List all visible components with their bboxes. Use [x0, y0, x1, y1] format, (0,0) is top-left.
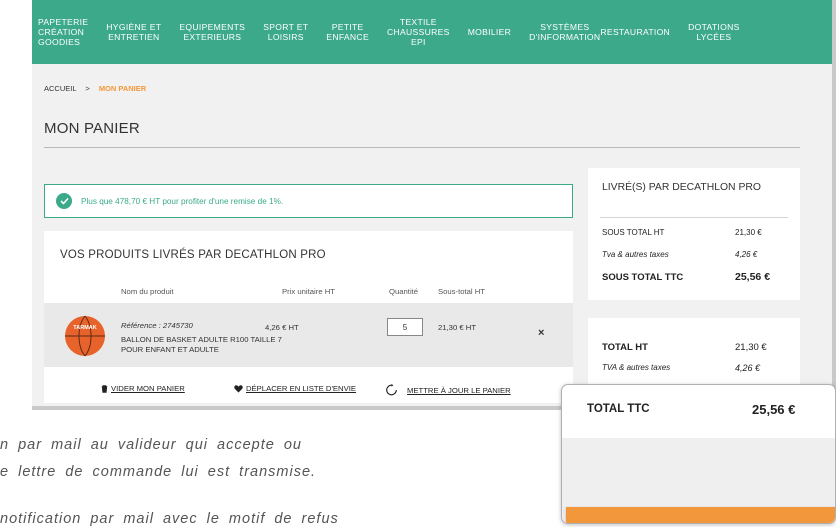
alert-text: Plus que 478,70 € HT pour profiter d'une…	[81, 196, 284, 206]
col-head-name: Nom du produit	[121, 287, 174, 296]
subtotal-ht-label: SOUS TOTAL HT	[602, 228, 665, 237]
totals-tva-label: TVA & autres taxes	[602, 363, 671, 372]
col-head-quantity: Quantité	[389, 287, 419, 296]
order-button[interactable]: COMMANDER	[566, 507, 835, 523]
nav-item-restauration[interactable]: RESTAURATION	[600, 27, 679, 37]
order-overlay-panel: TOTAL TTC 25,56 € COMMANDER	[561, 384, 836, 524]
page-title: MON PANIER	[44, 120, 140, 137]
products-panel: VOS PRODUITS LIVRÉS PAR DECATHLON PRO No…	[44, 231, 573, 403]
move-wishlist-link[interactable]: DÉPLACER EN LISTE D'ENVIE	[234, 384, 356, 393]
col-head-subtotal: Sous-total HT	[438, 287, 485, 296]
nav-item-dotations[interactable]: DOTATIONS LYCÉES	[679, 22, 749, 42]
update-cart-link[interactable]: METTRE À JOUR LE PANIER	[385, 384, 511, 396]
move-wishlist-label: DÉPLACER EN LISTE D'ENVIE	[246, 384, 356, 393]
paragraph-line-2: e lettre de commande lui est transmise.	[0, 464, 317, 480]
update-cart-label: METTRE À JOUR LE PANIER	[407, 385, 511, 395]
subtotal-ttc-label: SOUS TOTAL TTC	[602, 272, 684, 283]
remove-item-icon[interactable]: ×	[538, 327, 544, 339]
item-unit-price: 4,26 € HT	[265, 323, 299, 332]
totals-tva-value: 4,26 €	[735, 363, 761, 373]
trash-icon	[101, 384, 108, 393]
empty-cart-label: VIDER MON PANIER	[111, 384, 185, 393]
breadcrumb-current: MON PANIER	[98, 84, 147, 93]
order-button-area: COMMANDER	[562, 438, 835, 523]
products-title: VOS PRODUITS LIVRÉS PAR DECATHLON PRO	[60, 249, 326, 261]
empty-cart-link[interactable]: VIDER MON PANIER	[101, 384, 185, 393]
breadcrumb: ACCUEIL > MON PANIER	[44, 84, 146, 93]
breadcrumb-separator: >	[85, 84, 90, 93]
nav-item-hygiene[interactable]: HYGIÈNE ET ENTRETIEN	[97, 22, 170, 42]
breadcrumb-home[interactable]: ACCUEIL	[44, 84, 76, 93]
item-name[interactable]: BALLON DE BASKET ADULTE R100 TAILLE 7 PO…	[121, 335, 301, 355]
subtotal-ttc-value: 25,56 €	[735, 271, 771, 283]
nav-item-petite-enfance[interactable]: PETITE ENFANCE	[317, 22, 378, 42]
tva-label: Tva & autres taxes	[602, 250, 669, 259]
tva-value: 4,26 €	[735, 250, 758, 259]
item-reference: Référence : 2745730	[121, 321, 193, 330]
item-subtotal: 21,30 € HT	[438, 323, 477, 332]
heart-icon	[234, 384, 243, 392]
cart-item-row: TARMAK Référence : 2745730 BALLON DE BAS…	[44, 303, 573, 367]
title-divider	[44, 147, 800, 148]
basketball-image: TARMAK	[65, 315, 105, 357]
paragraph-line-1: n par mail au valideur qui accepte ou	[0, 437, 302, 453]
delivery-summary: LIVRÉ(S) PAR DECATHLON PRO SOUS TOTAL HT…	[588, 168, 800, 300]
refresh-icon	[386, 384, 397, 396]
summary-title: LIVRÉ(S) PAR DECATHLON PRO	[602, 182, 761, 193]
check-circle-icon	[56, 193, 72, 209]
brand-logo-text: TARMAK	[73, 325, 96, 331]
summary-divider	[600, 217, 788, 218]
total-ttc-value: 25,56 €	[752, 402, 796, 417]
subtotal-ht-value: 21,30 €	[735, 228, 762, 237]
total-ht-label: TOTAL HT	[602, 342, 648, 353]
discount-alert: Plus que 478,70 € HT pour profiter d'une…	[44, 184, 573, 218]
quantity-input[interactable]	[387, 318, 423, 336]
nav-item-papeterie[interactable]: PAPETERIE CRÉATION GOODIES	[32, 17, 97, 47]
total-ttc-label: TOTAL TTC	[587, 403, 650, 415]
category-nav: PAPETERIE CRÉATION GOODIES HYGIÈNE ET EN…	[32, 0, 832, 64]
page-frame: PAPETERIE CRÉATION GOODIES HYGIÈNE ET EN…	[32, 0, 836, 410]
col-head-unit-price: Prix unitaire HT	[282, 287, 335, 296]
nav-item-equipements[interactable]: EQUIPEMENTS EXTERIEURS	[170, 22, 254, 42]
nav-item-mobilier[interactable]: MOBILIER	[459, 27, 520, 37]
total-ht-value: 21,30 €	[735, 342, 767, 353]
nav-item-systemes[interactable]: SYSTÈMES D'INFORMATION	[520, 22, 600, 42]
nav-item-textile[interactable]: TEXTILE CHAUSSURES EPI	[378, 17, 459, 47]
nav-item-sport[interactable]: SPORT ET LOISIRS	[254, 22, 317, 42]
